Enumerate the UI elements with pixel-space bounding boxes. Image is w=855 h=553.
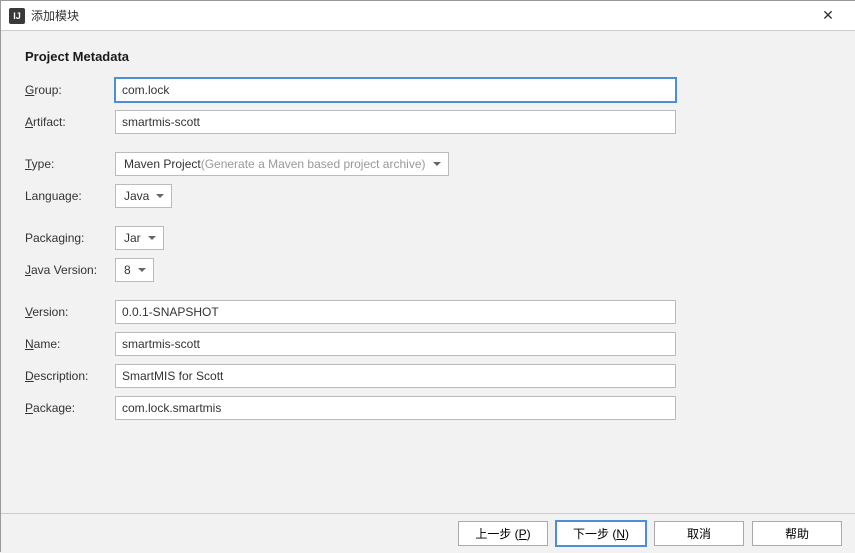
row-description: Description: — [25, 364, 832, 388]
label-group: Group: — [25, 83, 115, 97]
content-area: Project Metadata Group: Artifact: Type: … — [1, 31, 855, 513]
packaging-select[interactable]: Jar — [115, 226, 164, 250]
row-name: Name: — [25, 332, 832, 356]
app-icon: IJ — [9, 8, 25, 24]
window-title: 添加模块 — [31, 7, 808, 24]
package-input[interactable] — [115, 396, 676, 420]
previous-button[interactable]: 上一步 (P) — [458, 521, 548, 546]
version-input[interactable] — [115, 300, 676, 324]
label-java-version: Java Version: — [25, 263, 115, 277]
row-artifact: Artifact: — [25, 110, 832, 134]
language-select[interactable]: Java — [115, 184, 172, 208]
artifact-input[interactable] — [115, 110, 676, 134]
cancel-button[interactable]: 取消 — [654, 521, 744, 546]
type-select[interactable]: Maven Project (Generate a Maven based pr… — [115, 152, 449, 176]
group-input[interactable] — [115, 78, 676, 102]
row-java-version: Java Version: 8 — [25, 258, 832, 282]
help-button[interactable]: 帮助 — [752, 521, 842, 546]
label-name: Name: — [25, 337, 115, 351]
row-package: Package: — [25, 396, 832, 420]
next-button[interactable]: 下一步 (N) — [556, 521, 646, 546]
close-icon[interactable]: ✕ — [808, 1, 848, 31]
footer: 上一步 (P) 下一步 (N) 取消 帮助 — [1, 513, 855, 553]
java-version-select[interactable]: 8 — [115, 258, 154, 282]
row-group: Group: — [25, 78, 832, 102]
row-packaging: Packaging: Jar — [25, 226, 832, 250]
row-version: Version: — [25, 300, 832, 324]
label-version: Version: — [25, 305, 115, 319]
title-bar: IJ 添加模块 ✕ — [1, 1, 855, 31]
label-package: Package: — [25, 401, 115, 415]
section-title: Project Metadata — [25, 49, 832, 64]
label-language: Language: — [25, 189, 115, 203]
label-description: Description: — [25, 369, 115, 383]
label-artifact: Artifact: — [25, 115, 115, 129]
description-input[interactable] — [115, 364, 676, 388]
name-input[interactable] — [115, 332, 676, 356]
label-packaging: Packaging: — [25, 231, 115, 245]
label-type: Type: — [25, 157, 115, 171]
row-type: Type: Maven Project (Generate a Maven ba… — [25, 152, 832, 176]
row-language: Language: Java — [25, 184, 832, 208]
